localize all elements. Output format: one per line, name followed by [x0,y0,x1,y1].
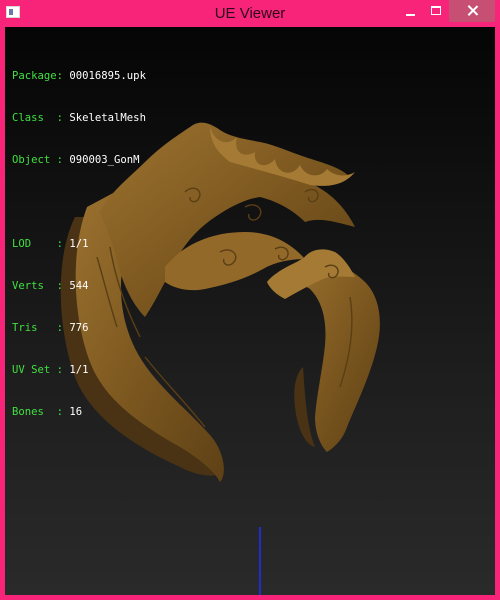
mesh-back-right [294,367,315,447]
close-icon [467,5,478,16]
info-value: 544 [69,280,89,292]
minimize-button[interactable] [397,0,423,22]
info-row-package: Package: 00016895.upk [12,69,146,83]
info-value: 00016895.upk [69,70,146,82]
info-label: Verts : [12,280,70,292]
info-row-tris: Tris : 776 [12,321,146,335]
info-value: 090003_GonM [69,154,140,166]
maximize-button[interactable] [423,0,449,22]
info-label: Object : [12,154,70,166]
info-row-verts: Verts : 544 [12,279,146,293]
info-value: 1/1 [69,238,89,250]
info-value: 1/1 [69,364,89,376]
info-value: 776 [69,322,89,334]
info-label: LOD : [12,238,70,250]
info-row-lod: LOD : 1/1 [12,237,146,251]
app-window: UE Viewer Package: 00016895.upk Class: … [0,0,500,600]
info-value: 16 [69,406,83,418]
mesh-info-overlay: Package: 00016895.upk Class : SkeletalMe… [12,41,146,447]
info-label: Class : [12,112,70,124]
info-label: UV Set : [12,364,70,376]
close-button[interactable] [449,0,495,22]
info-label: Bones : [12,406,70,418]
3d-viewport[interactable]: Package: 00016895.upk Class : SkeletalMe… [5,27,495,595]
z-axis-line [259,527,261,595]
info-row-uvset: UV Set : 1/1 [12,363,146,377]
info-value: SkeletalMesh [69,112,146,124]
info-row-bones: Bones : 16 [12,405,146,419]
title-bar[interactable]: UE Viewer [0,0,500,27]
minimize-icon [406,14,415,16]
info-row-object: Object : 090003_GonM [12,153,146,167]
info-row-class: Class : SkeletalMesh [12,111,146,125]
info-label: Tris : [12,322,70,334]
info-label: Package: [12,70,70,82]
maximize-icon [431,6,441,15]
